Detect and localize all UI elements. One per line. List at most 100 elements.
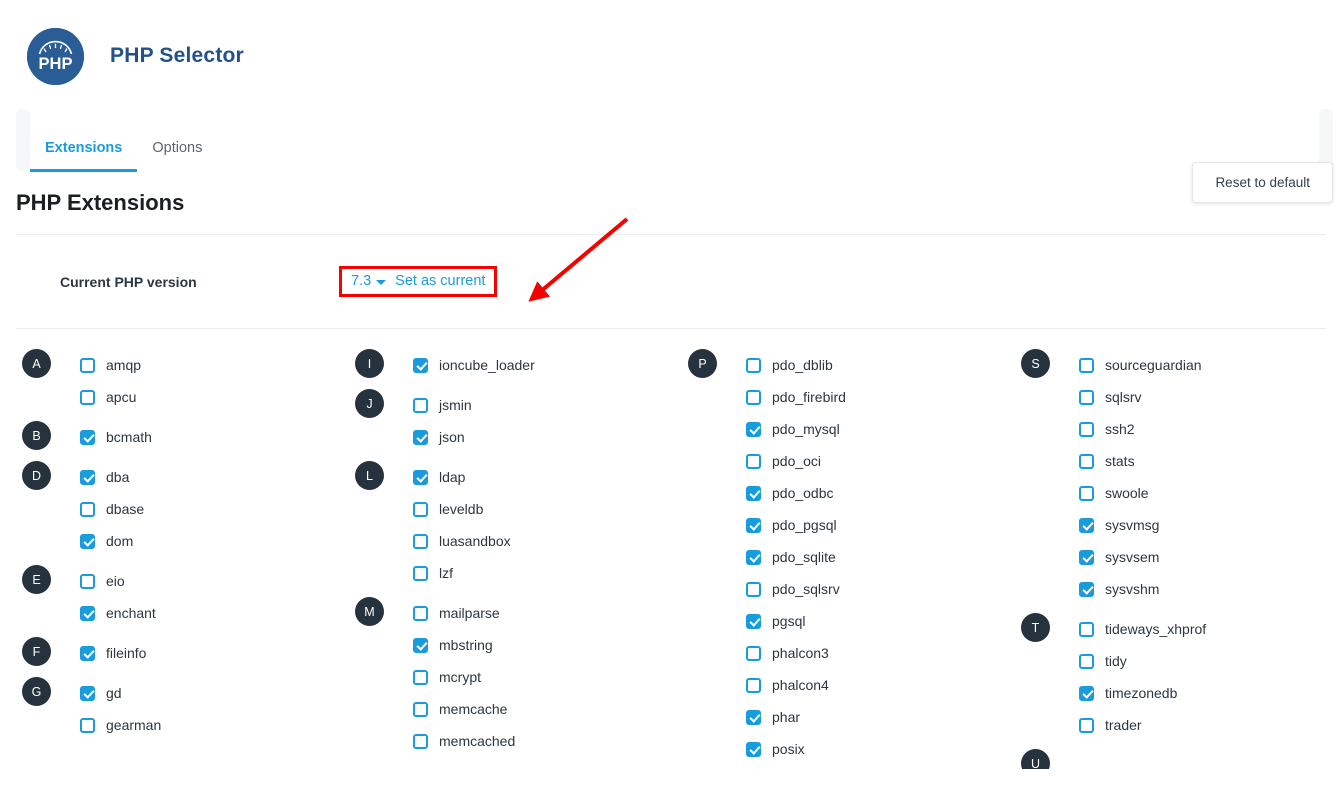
reset-to-default-button[interactable]: Reset to default [1192,162,1333,203]
checkbox-checked-icon[interactable] [80,685,95,701]
extension-item[interactable]: phalcon3 [746,637,1021,669]
extension-item[interactable]: fileinfo [80,637,355,669]
extension-item[interactable]: sysvsem [1079,541,1342,573]
checkbox-unchecked-icon[interactable] [413,501,428,517]
checkbox-checked-icon[interactable] [1079,549,1094,565]
extension-item[interactable]: tidy [1079,645,1342,677]
checkbox-unchecked-icon[interactable] [1079,717,1094,733]
php-version-value[interactable]: 7.3 [351,273,371,289]
checkbox-unchecked-icon[interactable] [1079,453,1094,469]
checkbox-unchecked-icon[interactable] [746,453,761,469]
extension-item[interactable]: mbstring [413,629,688,661]
extension-item[interactable]: gearman [80,709,355,741]
checkbox-unchecked-icon[interactable] [80,357,95,373]
checkbox-checked-icon[interactable] [413,637,428,653]
extension-item[interactable]: luasandbox [413,525,688,557]
checkbox-unchecked-icon[interactable] [413,605,428,621]
checkbox-unchecked-icon[interactable] [1079,357,1094,373]
extension-item[interactable]: leveldb [413,493,688,525]
extension-item[interactable]: bcmath [80,421,355,453]
checkbox-unchecked-icon[interactable] [1079,485,1094,501]
checkbox-unchecked-icon[interactable] [413,565,428,581]
extension-item[interactable]: mcrypt [413,661,688,693]
extension-item[interactable]: phalcon4 [746,669,1021,701]
extension-item[interactable]: pdo_pgsql [746,509,1021,541]
extension-item[interactable]: pdo_dblib [746,349,1021,381]
extension-item[interactable]: memcache [413,693,688,725]
extension-item[interactable]: ioncube_loader [413,349,688,381]
checkbox-unchecked-icon[interactable] [413,733,428,749]
extension-item[interactable]: pdo_mysql [746,413,1021,445]
extension-item[interactable]: mailparse [413,597,688,629]
checkbox-unchecked-icon[interactable] [80,717,95,733]
extension-item[interactable]: ssh2 [1079,413,1342,445]
extension-item[interactable]: pdo_odbc [746,477,1021,509]
checkbox-checked-icon[interactable] [746,485,761,501]
extension-item[interactable]: amqp [80,349,355,381]
tab-options[interactable]: Options [137,132,217,172]
set-as-current-link[interactable]: Set as current [395,273,485,289]
extension-item[interactable]: apcu [80,381,355,413]
extension-item[interactable]: jsmin [413,389,688,421]
checkbox-checked-icon[interactable] [413,469,428,485]
extension-item[interactable]: lzf [413,557,688,589]
checkbox-checked-icon[interactable] [746,709,761,725]
checkbox-unchecked-icon[interactable] [413,669,428,685]
extension-item[interactable]: ldap [413,461,688,493]
extension-item[interactable]: pdo_sqlsrv [746,573,1021,605]
tab-extensions[interactable]: Extensions [30,132,138,172]
extension-item[interactable]: enchant [80,597,355,629]
extension-item[interactable]: tideways_xhprof [1079,613,1342,645]
extension-item[interactable]: pdo_sqlite [746,541,1021,573]
chevron-down-icon[interactable] [376,279,387,285]
checkbox-checked-icon[interactable] [1079,685,1094,701]
extension-item[interactable]: posix [746,733,1021,765]
extension-item[interactable]: sysvmsg [1079,509,1342,541]
extension-item[interactable]: timezonedb [1079,677,1342,709]
checkbox-checked-icon[interactable] [80,605,95,621]
extension-item[interactable]: sysvshm [1079,573,1342,605]
checkbox-checked-icon[interactable] [80,645,95,661]
extension-item[interactable]: eio [80,565,355,597]
checkbox-unchecked-icon[interactable] [80,573,95,589]
extension-item[interactable]: memcached [413,725,688,757]
checkbox-checked-icon[interactable] [1079,517,1094,533]
checkbox-unchecked-icon[interactable] [413,533,428,549]
extension-item[interactable]: pgsql [746,605,1021,637]
checkbox-unchecked-icon[interactable] [746,581,761,597]
checkbox-checked-icon[interactable] [746,549,761,565]
checkbox-unchecked-icon[interactable] [80,389,95,405]
checkbox-unchecked-icon[interactable] [1079,389,1094,405]
checkbox-unchecked-icon[interactable] [746,677,761,693]
extension-item[interactable]: stats [1079,445,1342,477]
checkbox-checked-icon[interactable] [1079,581,1094,597]
checkbox-unchecked-icon[interactable] [1079,653,1094,669]
extension-item[interactable]: phar [746,701,1021,733]
checkbox-unchecked-icon[interactable] [80,501,95,517]
checkbox-checked-icon[interactable] [413,357,428,373]
extension-item[interactable]: pdo_oci [746,445,1021,477]
checkbox-checked-icon[interactable] [746,613,761,629]
checkbox-unchecked-icon[interactable] [746,357,761,373]
extension-item[interactable]: dom [80,525,355,557]
extension-item[interactable]: sourceguardian [1079,349,1342,381]
checkbox-unchecked-icon[interactable] [1079,421,1094,437]
extension-item[interactable]: trader [1079,709,1342,741]
checkbox-checked-icon[interactable] [746,741,761,757]
extension-item[interactable]: dbase [80,493,355,525]
checkbox-checked-icon[interactable] [746,517,761,533]
extension-item[interactable]: json [413,421,688,453]
extension-item[interactable]: dba [80,461,355,493]
checkbox-unchecked-icon[interactable] [413,701,428,717]
checkbox-checked-icon[interactable] [413,429,428,445]
checkbox-unchecked-icon[interactable] [746,645,761,661]
checkbox-checked-icon[interactable] [80,533,95,549]
checkbox-checked-icon[interactable] [80,429,95,445]
extension-item[interactable]: sqlsrv [1079,381,1342,413]
checkbox-unchecked-icon[interactable] [413,397,428,413]
extension-item[interactable]: gd [80,677,355,709]
checkbox-checked-icon[interactable] [80,469,95,485]
extension-item[interactable]: swoole [1079,477,1342,509]
checkbox-checked-icon[interactable] [746,421,761,437]
extension-item[interactable]: pdo_firebird [746,381,1021,413]
